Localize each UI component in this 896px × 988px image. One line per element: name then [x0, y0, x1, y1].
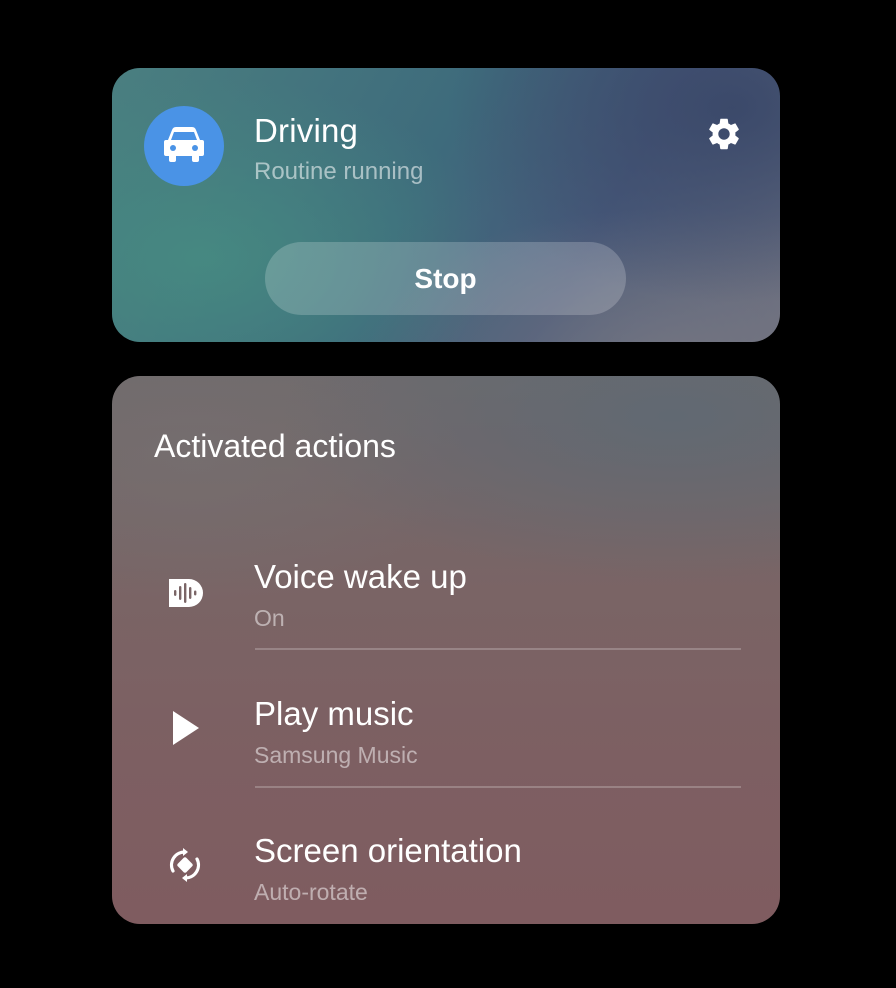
routine-card: Driving Routine running Stop	[112, 68, 780, 342]
play-icon	[162, 705, 208, 751]
section-title: Activated actions	[154, 428, 396, 464]
car-icon	[162, 124, 206, 169]
action-label: Play music	[254, 695, 414, 732]
gear-icon	[705, 115, 743, 158]
routine-status: Routine running	[254, 158, 424, 185]
routine-title: Driving	[254, 112, 359, 149]
action-value: Samsung Music	[254, 742, 418, 768]
action-voice-wake-up[interactable]: Voice wake up On	[112, 538, 780, 658]
divider	[255, 786, 741, 788]
auto-rotate-icon	[162, 842, 208, 888]
action-play-music[interactable]: Play music Samsung Music	[112, 675, 780, 795]
stop-button[interactable]: Stop	[265, 242, 626, 315]
voice-wake-icon	[162, 568, 208, 614]
action-label: Voice wake up	[254, 558, 467, 595]
settings-button[interactable]	[702, 114, 746, 158]
action-label: Screen orientation	[254, 832, 522, 869]
divider	[255, 648, 741, 650]
action-value: Auto-rotate	[254, 879, 368, 905]
action-screen-orientation[interactable]: Screen orientation Auto-rotate	[112, 812, 780, 924]
action-value: On	[254, 605, 285, 631]
routine-avatar	[144, 106, 224, 186]
activated-actions-card: Activated actions Voice wake up On Play …	[112, 376, 780, 924]
